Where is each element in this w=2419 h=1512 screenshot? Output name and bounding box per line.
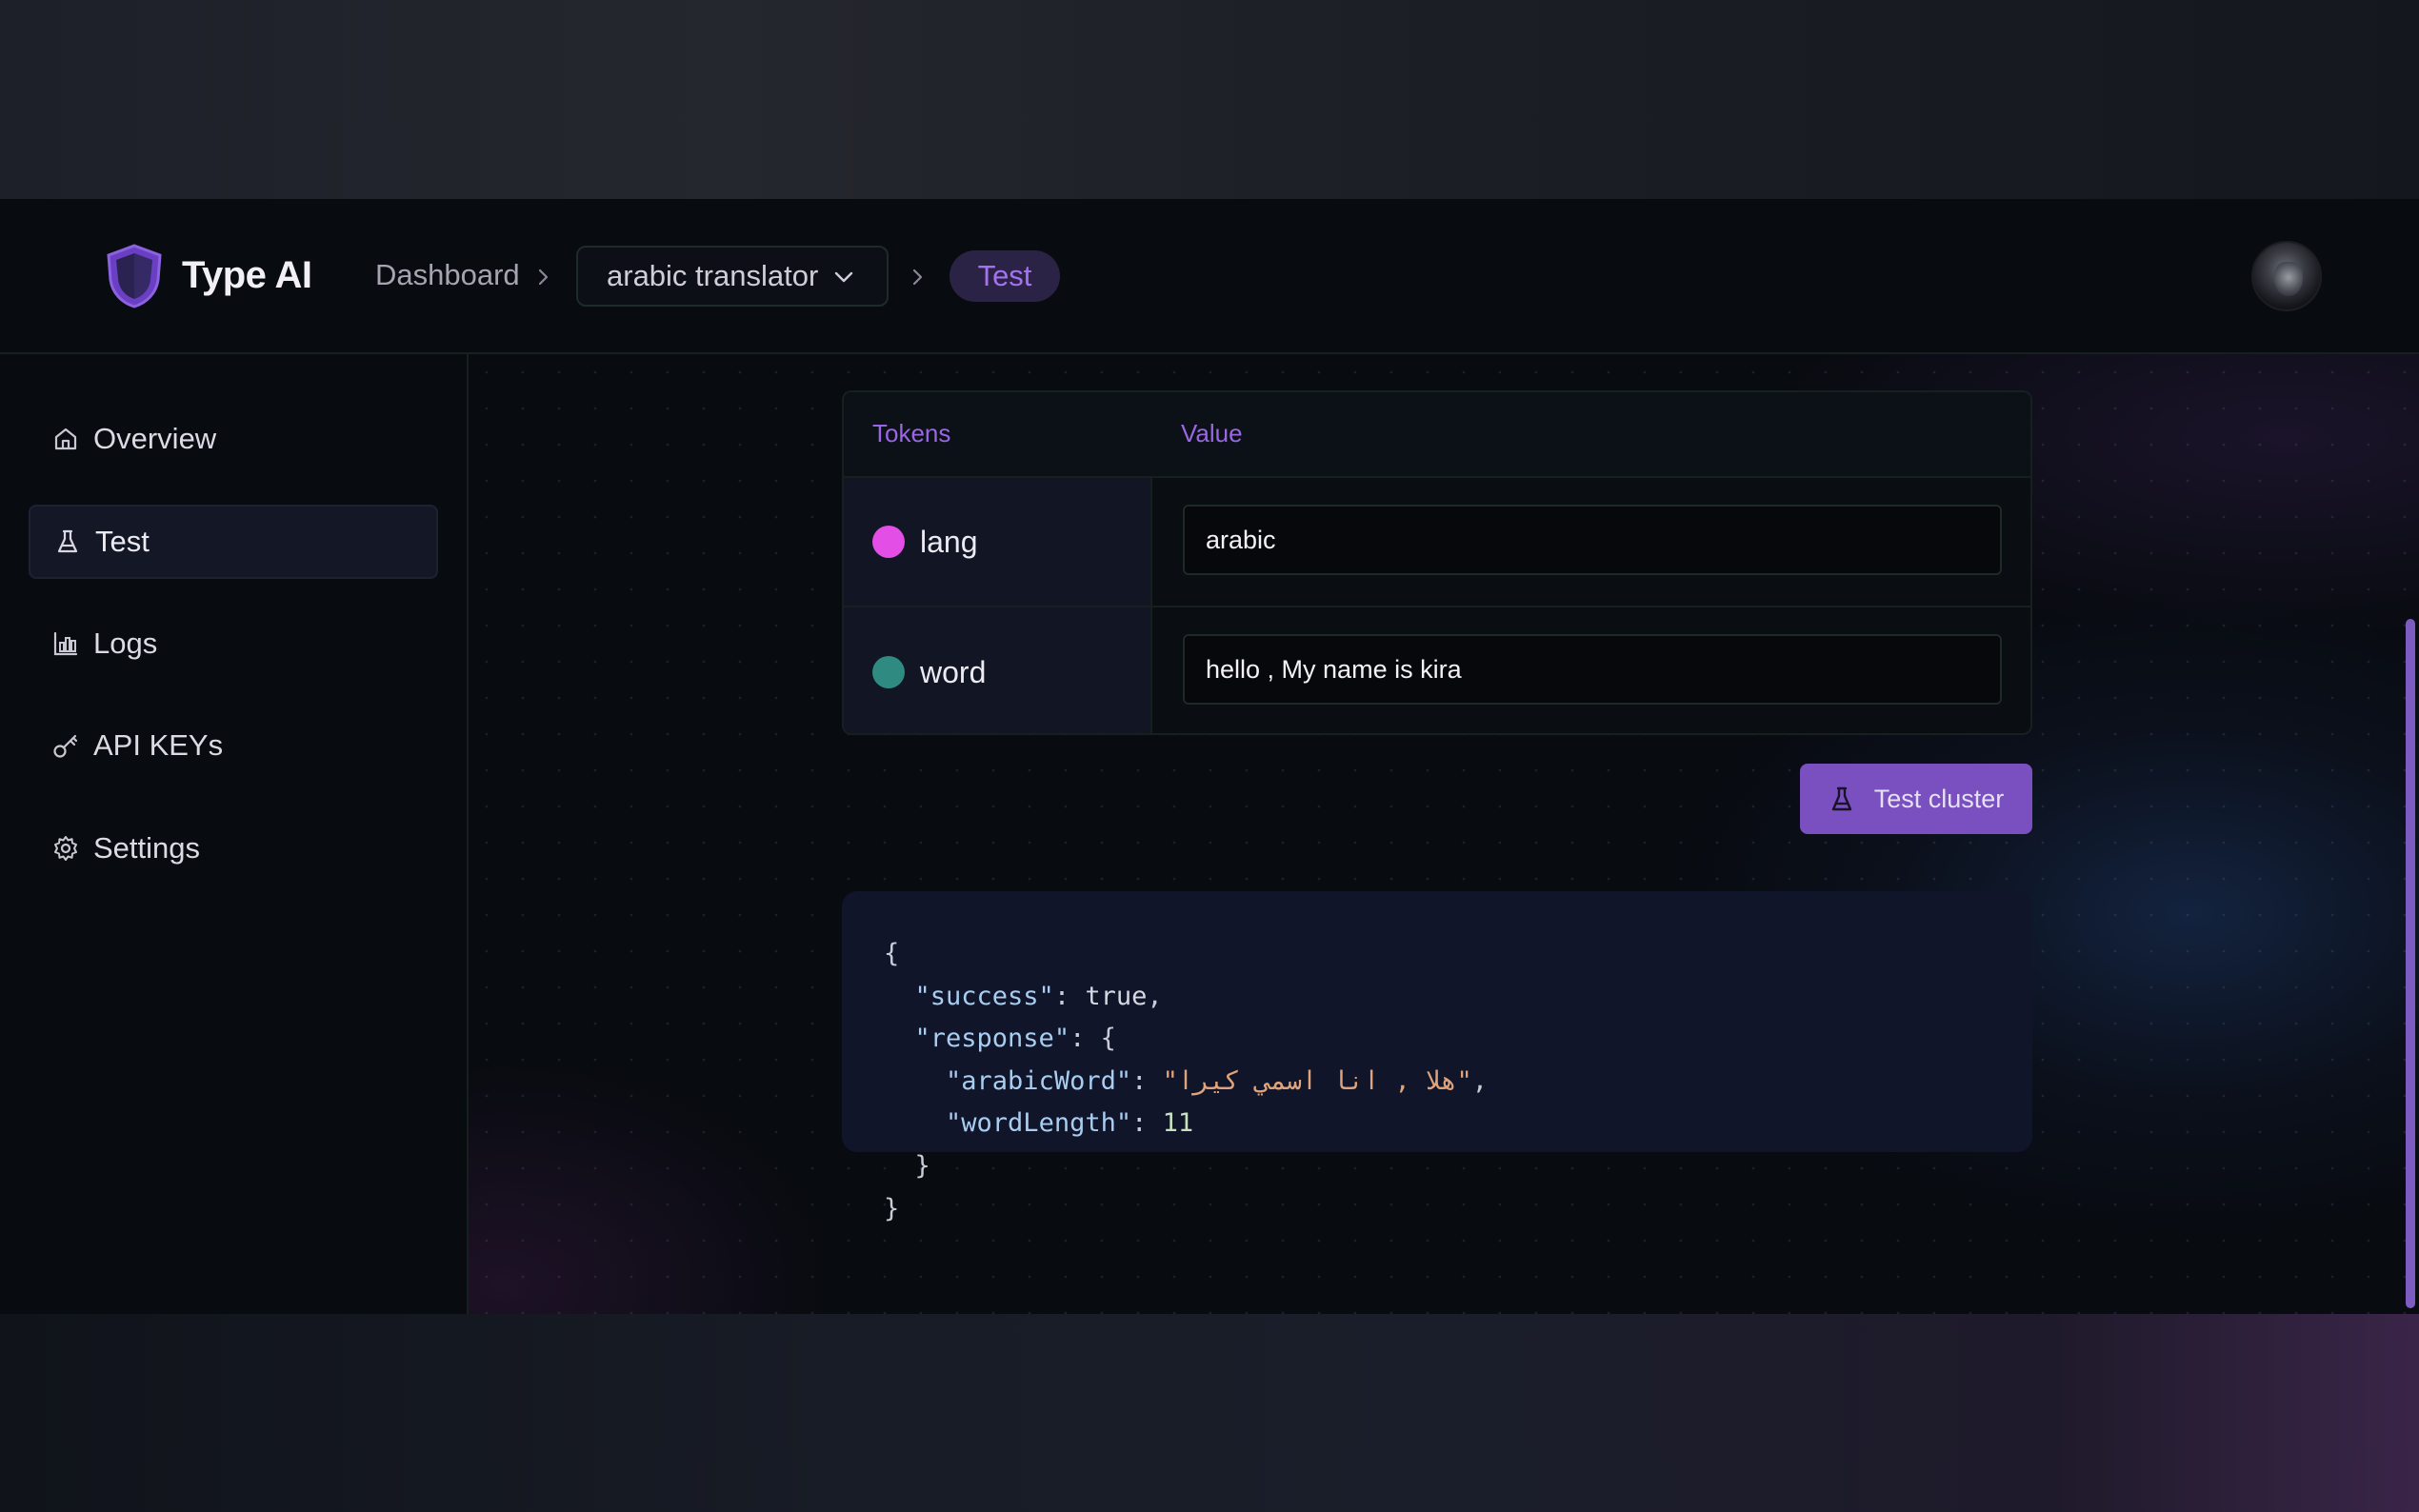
json-key: "arabicWord" bbox=[946, 1065, 1132, 1096]
chevron-right-icon bbox=[912, 269, 923, 286]
sidebar-item-label: API KEYs bbox=[93, 728, 224, 762]
json-value: true bbox=[1085, 981, 1148, 1011]
avatar-face bbox=[2274, 262, 2303, 296]
sidebar-item-label: Settings bbox=[93, 831, 201, 865]
project-select[interactable]: arabic translator bbox=[576, 246, 889, 307]
token-value-input-word[interactable] bbox=[1183, 634, 2002, 705]
project-select-label: arabic translator bbox=[607, 259, 819, 292]
flask-icon bbox=[1831, 786, 1851, 811]
column-header-tokens: Tokens bbox=[872, 419, 951, 448]
brand-name[interactable]: Type AI bbox=[182, 254, 312, 297]
token-name-cell: lang bbox=[844, 478, 1152, 606]
json-key: "wordLength" bbox=[946, 1108, 1132, 1139]
shield-logo-icon[interactable] bbox=[105, 244, 164, 308]
json-value: "هلا , انا اسمي كيرا" bbox=[1162, 1065, 1472, 1096]
token-value-input-lang[interactable] bbox=[1183, 505, 2002, 575]
gear-icon bbox=[54, 836, 77, 861]
tokens-table-header: Tokens Value bbox=[844, 392, 2030, 478]
sidebar-item-test[interactable]: Test bbox=[29, 505, 438, 579]
token-name: lang bbox=[920, 524, 978, 559]
sidebar-item-label: Test bbox=[95, 525, 150, 558]
scrollbar-thumb[interactable] bbox=[2406, 619, 2415, 1308]
sidebar-item-settings[interactable]: Settings bbox=[29, 811, 438, 885]
breadcrumb-dashboard[interactable]: Dashboard bbox=[375, 258, 520, 292]
table-row: word bbox=[844, 607, 2030, 733]
user-avatar[interactable] bbox=[2251, 241, 2322, 311]
backdrop-top bbox=[0, 0, 2419, 199]
tokens-table: Tokens Value lang word bbox=[842, 390, 2032, 735]
response-panel: { "success": true, "response": { "arabic… bbox=[842, 891, 2032, 1224]
test-cluster-label: Test cluster bbox=[1873, 784, 2005, 813]
test-cluster-button[interactable]: Test cluster bbox=[1800, 764, 2032, 834]
chevron-right-icon bbox=[538, 269, 549, 286]
sidebar-item-label: Logs bbox=[93, 627, 158, 660]
json-key: "response" bbox=[914, 1024, 1070, 1054]
flask-icon bbox=[57, 529, 78, 553]
key-icon bbox=[53, 734, 78, 758]
column-header-value: Value bbox=[1181, 419, 1243, 448]
table-row: lang bbox=[844, 478, 2030, 607]
home-icon bbox=[54, 428, 77, 450]
token-name: word bbox=[920, 654, 987, 689]
response-json: { "success": true, "response": { "arabic… bbox=[884, 939, 1489, 1224]
sidebar: Overview Test Logs API KEYs Settings bbox=[0, 354, 469, 1314]
bar-chart-icon bbox=[53, 631, 78, 656]
token-name-cell: word bbox=[844, 607, 1152, 733]
chevron-down-icon bbox=[834, 271, 853, 283]
breadcrumb-current[interactable]: Test bbox=[950, 250, 1060, 302]
sidebar-item-label: Overview bbox=[93, 422, 217, 455]
sidebar-item-api-keys[interactable]: API KEYs bbox=[29, 708, 438, 783]
sidebar-item-logs[interactable]: Logs bbox=[29, 607, 438, 681]
json-value: 11 bbox=[1162, 1108, 1194, 1139]
backdrop-bottom bbox=[0, 1314, 2419, 1512]
json-key: "success" bbox=[914, 981, 1054, 1011]
app-window: Type AI Dashboard arabic translator Test… bbox=[0, 199, 2419, 1314]
top-header: Type AI Dashboard arabic translator Test bbox=[0, 199, 2419, 354]
token-color-dot bbox=[872, 656, 905, 688]
token-color-dot bbox=[872, 526, 905, 558]
sidebar-item-overview[interactable]: Overview bbox=[29, 402, 438, 476]
